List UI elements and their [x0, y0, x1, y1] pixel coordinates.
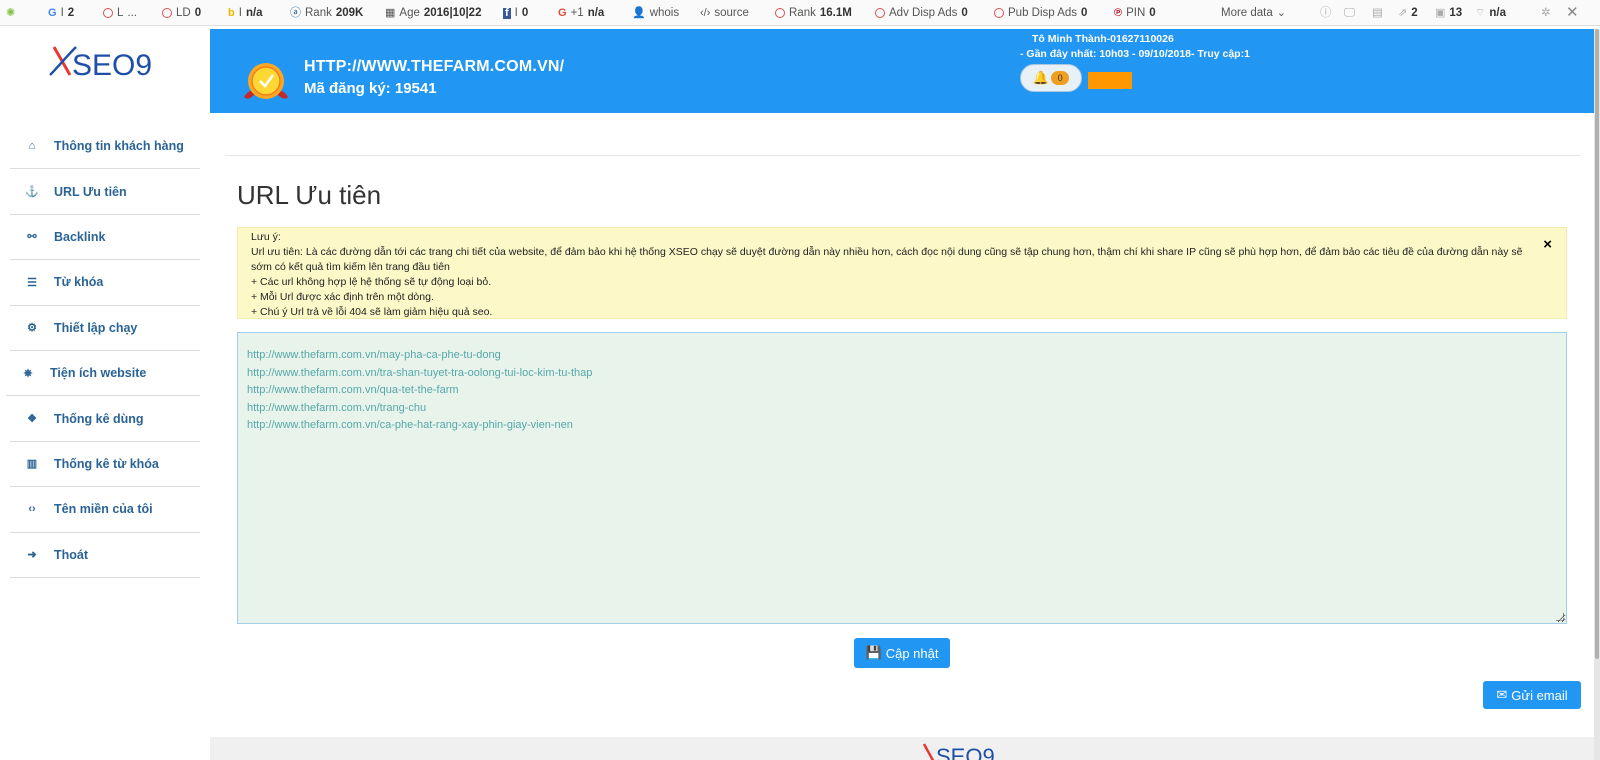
- save-icon: 💾: [865, 645, 882, 660]
- update-button[interactable]: 💾 Cập nhật: [854, 638, 950, 668]
- toolbar-adv-disp-ads[interactable]: Adv Disp Ads 0: [875, 0, 968, 26]
- settings-icon[interactable]: ✲: [1541, 0, 1551, 26]
- bell-icon: 🔔: [1032, 70, 1050, 85]
- anchor-icon: ⚓: [25, 186, 39, 199]
- registration-number: Mã đăng ký: 19541: [304, 80, 437, 97]
- svg-text:SEO9: SEO9: [936, 744, 995, 760]
- footer: SEO9: [210, 737, 1594, 760]
- toolbar-gplus[interactable]: G +1 n/a: [558, 0, 604, 26]
- medal-icon: [238, 61, 294, 105]
- sidebar-item-website-tools[interactable]: ✵ Tiện ích website: [6, 351, 200, 397]
- site-url: HTTP://WWW.THEFARM.COM.VN/: [304, 58, 565, 75]
- alert-line: + Mỗi Url được xác định trên một dòng.: [251, 291, 434, 304]
- sidebar-item-priority-url[interactable]: ⚓ URL Ưu tiên: [10, 169, 200, 215]
- code-icon: ‹/›: [700, 6, 711, 19]
- toolbar-bing[interactable]: b In/a: [228, 0, 263, 26]
- circle-icon: [103, 8, 113, 18]
- close-icon[interactable]: ✕: [1566, 0, 1579, 26]
- page-icon[interactable]: ▤: [1372, 0, 1383, 26]
- sign-out-icon: ➜: [27, 549, 37, 562]
- bar-chart-icon: ▥: [26, 458, 38, 471]
- toolbar-ld[interactable]: LD 0: [162, 0, 201, 26]
- toolbar-images[interactable]: ▣ 13: [1435, 0, 1462, 26]
- footer-logo: SEO9: [920, 740, 1000, 760]
- page-title: URL Ưu tiên: [237, 180, 382, 210]
- seo-toolbar: ✺ GI2 L... LD 0 b In/a ⓐ Rank 209K ▦ Age 2016|…: [0, 0, 1600, 26]
- priority-url-textarea[interactable]: http://www.thefarm.com.vn/may-pha-ca-phe…: [237, 332, 1567, 624]
- sidebar-item-keywords[interactable]: ☰ Từ khóa: [10, 260, 200, 306]
- toolbar-wifi[interactable]: ⌔ n/a: [1475, 0, 1506, 26]
- status-indicator[interactable]: [1088, 72, 1132, 89]
- monitor-icon[interactable]: 🖵: [1344, 0, 1355, 26]
- user-icon: 👤: [632, 6, 646, 19]
- sidebar-item-my-domains[interactable]: ‹› Tên miền của tôi: [10, 487, 200, 533]
- url-line: http://www.thefarm.com.vn/may-pha-ca-phe…: [247, 349, 501, 361]
- gear-icon: ⚙: [27, 322, 37, 335]
- xseo9-logo[interactable]: SEO9: [0, 41, 206, 91]
- site-header: HTTP://WWW.THEFARM.COM.VN/ Mã đăng ký: 1…: [210, 29, 1594, 113]
- sidebar-item-usage-stats[interactable]: ❖ Thống kê dùng: [10, 396, 200, 442]
- toolbar-pub-disp-ads[interactable]: Pub Disp Ads 0: [994, 0, 1087, 26]
- info-icon[interactable]: ⓘ: [1320, 0, 1332, 26]
- notification-count: 0: [1051, 71, 1070, 85]
- toolbar-rank2[interactable]: Rank 16.1M: [775, 0, 852, 26]
- toolbar-links[interactable]: L...: [103, 0, 137, 26]
- facebook-icon: f: [503, 6, 511, 19]
- notice-alert: × Lưu ý: Url ưu tiên: Là các đường dẫn t…: [237, 227, 1567, 319]
- close-icon[interactable]: ×: [1543, 237, 1552, 252]
- alert-heading: Lưu ý:: [251, 231, 281, 243]
- sidebar-menu: ⌂ Thông tin khách hàng ⚓ URL Ưu tiên ⚯ Back…: [6, 124, 200, 578]
- list-icon: ☰: [27, 276, 37, 289]
- bug-icon: ✵: [23, 367, 33, 380]
- extension-logo-icon[interactable]: ✺: [6, 0, 15, 26]
- url-line: http://www.thefarm.com.vn/ca-phe-hat-ran…: [247, 419, 573, 431]
- sidebar-item-customer-info[interactable]: ⌂ Thông tin khách hàng: [10, 124, 200, 170]
- external-link-icon: ⇗: [1398, 6, 1408, 19]
- sidebar-item-logout[interactable]: ➜ Thoát: [10, 533, 200, 578]
- toolbar-external-links[interactable]: ⇗ 2: [1398, 0, 1418, 26]
- image-icon: ▣: [1435, 6, 1446, 19]
- alert-line: + Chú ý Url trả về lỗi 404 sẽ làm giảm h…: [251, 306, 493, 319]
- divider: [225, 155, 1580, 156]
- sidebar-item-run-settings[interactable]: ⚙ Thiết lập chạy: [10, 306, 200, 351]
- code-icon: ‹›: [28, 503, 36, 516]
- circle-icon: [875, 8, 885, 18]
- sidebar-item-backlink[interactable]: ⚯ Backlink: [10, 215, 200, 261]
- sidebar: SEO9 ⌂ Thông tin khách hàng ⚓ URL Ưu tiên …: [0, 29, 206, 760]
- link-icon: ⚯: [27, 231, 37, 244]
- circle-icon: [994, 8, 1004, 18]
- chevron-down-icon: ⌄: [1276, 6, 1286, 19]
- alert-line: + Các url không hợp lệ hệ thống sẽ tự độ…: [251, 276, 492, 289]
- notification-button[interactable]: 🔔 0: [1020, 64, 1082, 92]
- user-info: Tô Minh Thành-01627110026: [1032, 33, 1174, 45]
- circle-icon: [162, 8, 172, 18]
- toolbar-alexa-rank[interactable]: ⓐ Rank 209K: [290, 0, 363, 26]
- send-email-button[interactable]: ✉ Gửi email: [1483, 681, 1581, 709]
- sidebar-item-keyword-stats[interactable]: ▥ Thống kê từ khóa: [10, 442, 200, 488]
- envelope-icon: ✉: [1496, 687, 1508, 702]
- svg-text:SEO9: SEO9: [72, 49, 152, 82]
- url-line: http://www.thefarm.com.vn/trang-chu: [247, 401, 427, 414]
- home-icon: ⌂: [28, 140, 36, 153]
- url-line: http://www.thefarm.com.vn/qua-tet-the-fa…: [247, 384, 459, 396]
- last-access-info: - Gần đây nhất: 10h03 - 09/10/2018- Truy…: [1020, 48, 1250, 60]
- toolbar-age[interactable]: ▦ Age 2016|10|22: [385, 0, 481, 26]
- toolbar-google-index[interactable]: GI2: [48, 0, 74, 26]
- pinterest-icon: ℗: [1114, 6, 1123, 19]
- scrollbar-thumb[interactable]: [1595, 29, 1599, 659]
- google-plus-icon: G: [558, 6, 567, 19]
- circle-icon: [775, 8, 785, 18]
- toolbar-source[interactable]: ‹/› source: [700, 0, 749, 26]
- toolbar-facebook[interactable]: fI0: [503, 0, 528, 26]
- url-line: http://www.thefarm.com.vn/tra-shan-tuyet…: [247, 366, 593, 379]
- resize-handle[interactable]: [1556, 613, 1564, 621]
- cubes-icon: ❖: [27, 413, 37, 426]
- toolbar-pin[interactable]: ℗ PIN 0: [1114, 0, 1156, 26]
- calendar-icon: ▦: [385, 6, 396, 19]
- wifi-icon: ⌔: [1475, 6, 1486, 19]
- toolbar-whois[interactable]: 👤 whois: [632, 0, 679, 26]
- alert-line: Url ưu tiên: Là các đường dẫn tới các tr…: [251, 246, 1523, 274]
- toolbar-more-data[interactable]: More data ⌄: [1221, 0, 1286, 26]
